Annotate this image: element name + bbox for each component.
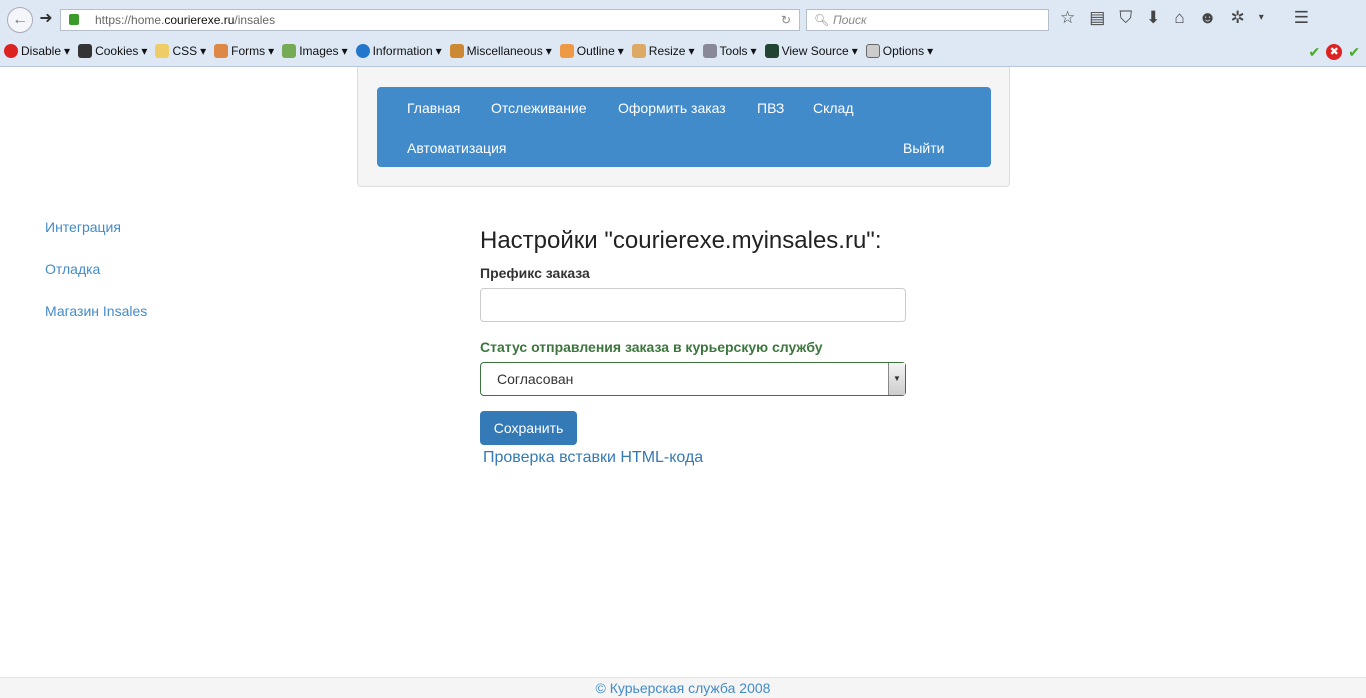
outline-icon — [559, 44, 574, 58]
tools-icon — [702, 44, 717, 58]
options-icon — [865, 44, 880, 58]
resize-icon — [631, 44, 646, 58]
main-navbar: Главная Отслеживание Оформить заказ ПВЗ … — [377, 87, 991, 167]
prefix-label: Префикс заказа — [480, 265, 590, 281]
nav-pickup-points[interactable]: ПВЗ — [757, 100, 784, 116]
chat-icon[interactable]: ☻ — [1199, 8, 1217, 28]
nav-home[interactable]: Главная — [407, 100, 460, 116]
footer: © Курьерская служба 2008 — [0, 677, 1366, 698]
firebug-icon[interactable]: ✲ — [1230, 8, 1244, 28]
forms-icon — [214, 44, 229, 58]
cookies-icon — [78, 44, 93, 58]
devbar-disable[interactable]: Disable ▾ — [4, 44, 70, 58]
error-icon: ✖ — [1326, 44, 1343, 60]
sidebar-item-debug[interactable]: Отладка — [45, 261, 100, 277]
search-icon: 🔍︎ — [814, 13, 830, 27]
download-icon[interactable]: ⬇ — [1146, 8, 1160, 28]
menu-icon[interactable]: ☰ — [1294, 8, 1309, 28]
browser-chrome: ← ➜ https://home.courierexe.ru/insales ↻… — [0, 0, 1366, 67]
check-icon: ✔ — [1308, 44, 1321, 60]
page-content: Главная Отслеживание Оформить заказ ПВЗ … — [0, 67, 1366, 698]
devbar-images[interactable]: Images ▾ — [282, 44, 348, 58]
home-icon[interactable]: ⌂ — [1174, 8, 1184, 28]
nav-container: Главная Отслеживание Оформить заказ ПВЗ … — [357, 67, 1010, 187]
url-domain: courierexe.ru — [164, 13, 235, 27]
check-icon: ✔ — [1348, 44, 1360, 60]
view-source-icon — [764, 44, 779, 58]
sidebar-item-insales-shop[interactable]: Магазин Insales — [45, 303, 147, 319]
information-icon — [355, 44, 370, 58]
reading-list-icon[interactable]: ▤ — [1089, 8, 1105, 28]
devbar-forms[interactable]: Forms ▾ — [214, 44, 274, 58]
dropdown-icon[interactable]: ▾ — [1259, 8, 1264, 28]
search-input[interactable]: 🔍︎ Поиск — [806, 9, 1049, 31]
images-icon — [282, 44, 297, 58]
save-button[interactable]: Сохранить — [480, 411, 577, 445]
devbar-information[interactable]: Information ▾ — [355, 44, 442, 58]
nav-automation[interactable]: Автоматизация — [407, 140, 506, 156]
nav-tracking[interactable]: Отслеживание — [491, 100, 587, 116]
devbar-outline[interactable]: Outline ▾ — [559, 44, 624, 58]
sidebar-item-integration[interactable]: Интеграция — [45, 219, 121, 235]
nav-logout[interactable]: Выйти — [903, 140, 944, 156]
back-button[interactable]: ← — [7, 7, 33, 33]
status-select[interactable]: Согласован ▼ — [480, 362, 906, 396]
pocket-icon[interactable]: ⛉ — [1119, 8, 1132, 28]
devbar-css[interactable]: CSS ▾ — [155, 44, 206, 58]
devbar-resize[interactable]: Resize ▾ — [631, 44, 695, 58]
url-path: /insales — [234, 13, 276, 27]
css-icon — [155, 44, 170, 58]
devbar-view-source[interactable]: View Source ▾ — [764, 44, 858, 58]
url-prefix: https://home. — [95, 13, 165, 27]
status-label: Статус отправления заказа в курьерскую с… — [480, 339, 823, 355]
bookmark-star-icon[interactable]: ☆ — [1060, 8, 1075, 28]
search-placeholder: Поиск — [833, 13, 867, 27]
devbar-tools[interactable]: Tools ▾ — [702, 44, 757, 58]
prefix-input[interactable] — [480, 288, 906, 322]
html-check-link[interactable]: Проверка вставки HTML-кода — [483, 449, 703, 467]
devbar-options[interactable]: Options ▾ — [865, 44, 933, 58]
nav-create-order[interactable]: Оформить заказ — [618, 100, 726, 116]
forward-button[interactable]: ➜ — [35, 7, 57, 33]
nav-warehouse[interactable]: Склад — [813, 100, 854, 116]
devbar-miscellaneous[interactable]: Miscellaneous ▾ — [449, 44, 552, 58]
web-developer-toolbar: Disable ▾ Cookies ▾ CSS ▾ Forms ▾ Images ▾ In… — [4, 44, 933, 58]
devbar-cookies[interactable]: Cookies ▾ — [78, 44, 147, 58]
status-select-value: Согласован — [497, 371, 574, 387]
disable-icon — [4, 44, 18, 58]
chevron-down-icon[interactable]: ▼ — [888, 363, 905, 395]
url-bar[interactable]: https://home.courierexe.ru/insales ↻ — [60, 9, 800, 31]
reload-icon[interactable]: ↻ — [781, 10, 791, 30]
lock-icon — [69, 14, 79, 25]
page-title: Настройки "courierexe.myinsales.ru": — [480, 227, 882, 254]
miscellaneous-icon — [449, 44, 464, 58]
